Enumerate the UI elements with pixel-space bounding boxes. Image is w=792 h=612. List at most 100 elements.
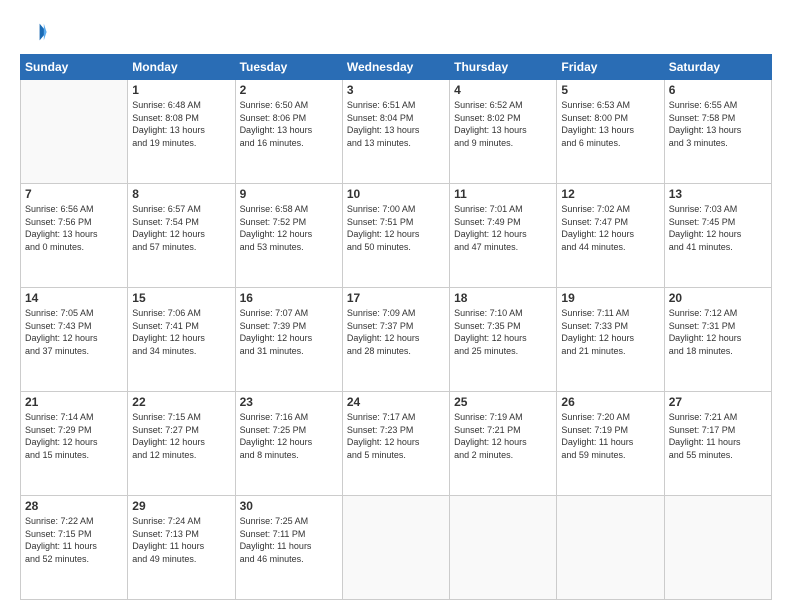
calendar-cell: 10 Sunrise: 7:00 AM Sunset: 7:51 PM Dayli… — [342, 184, 449, 288]
day-info: Sunrise: 7:02 AM Sunset: 7:47 PM Dayligh… — [561, 203, 659, 253]
calendar-cell: 27 Sunrise: 7:21 AM Sunset: 7:17 PM Dayli… — [664, 392, 771, 496]
day-info: Sunrise: 7:16 AM Sunset: 7:25 PM Dayligh… — [240, 411, 338, 461]
calendar-cell: 1Sunrise: 6:48 AM Sunset: 8:08 PM Daylig… — [128, 80, 235, 184]
calendar-cell: 7Sunrise: 6:56 AM Sunset: 7:56 PM Daylig… — [21, 184, 128, 288]
day-number: 1 — [132, 83, 230, 97]
page: Sunday Monday Tuesday Wednesday Thursday… — [0, 0, 792, 612]
day-number: 23 — [240, 395, 338, 409]
calendar-cell: 29 Sunrise: 7:24 AM Sunset: 7:13 PM Dayli… — [128, 496, 235, 600]
header — [20, 18, 772, 46]
logo — [20, 18, 52, 46]
calendar-cell: 9Sunrise: 6:58 AM Sunset: 7:52 PM Daylig… — [235, 184, 342, 288]
day-info: Sunrise: 6:51 AM Sunset: 8:04 PM Dayligh… — [347, 99, 445, 149]
day-info: Sunrise: 7:00 AM Sunset: 7:51 PM Dayligh… — [347, 203, 445, 253]
day-number: 16 — [240, 291, 338, 305]
day-number: 24 — [347, 395, 445, 409]
calendar-cell: 19 Sunrise: 7:11 AM Sunset: 7:33 PM Dayli… — [557, 288, 664, 392]
day-number: 9 — [240, 187, 338, 201]
day-number: 14 — [25, 291, 123, 305]
day-info: Sunrise: 7:24 AM Sunset: 7:13 PM Dayligh… — [132, 515, 230, 565]
calendar-cell: 21Sunrise: 7:14 AM Sunset: 7:29 PM Dayli… — [21, 392, 128, 496]
calendar-week-row: 21Sunrise: 7:14 AM Sunset: 7:29 PM Dayli… — [21, 392, 772, 496]
day-number: 8 — [132, 187, 230, 201]
day-number: 18 — [454, 291, 552, 305]
calendar-cell — [664, 496, 771, 600]
calendar-cell: 16 Sunrise: 7:07 AM Sunset: 7:39 PM Dayli… — [235, 288, 342, 392]
day-info: Sunrise: 7:07 AM Sunset: 7:39 PM Dayligh… — [240, 307, 338, 357]
calendar-cell: 4Sunrise: 6:52 AM Sunset: 8:02 PM Daylig… — [450, 80, 557, 184]
calendar-week-row: 7Sunrise: 6:56 AM Sunset: 7:56 PM Daylig… — [21, 184, 772, 288]
calendar-cell: 20 Sunrise: 7:12 AM Sunset: 7:31 PM Dayli… — [664, 288, 771, 392]
day-info: Sunrise: 6:55 AM Sunset: 7:58 PM Dayligh… — [669, 99, 767, 149]
day-number: 28 — [25, 499, 123, 513]
calendar-cell: 8 Sunrise: 6:57 AM Sunset: 7:54 PM Daylig… — [128, 184, 235, 288]
day-info: Sunrise: 7:20 AM Sunset: 7:19 PM Dayligh… — [561, 411, 659, 461]
day-info: Sunrise: 7:14 AM Sunset: 7:29 PM Dayligh… — [25, 411, 123, 461]
day-info: Sunrise: 6:56 AM Sunset: 7:56 PM Dayligh… — [25, 203, 123, 253]
calendar-cell: 22 Sunrise: 7:15 AM Sunset: 7:27 PM Dayli… — [128, 392, 235, 496]
day-info: Sunrise: 6:57 AM Sunset: 7:54 PM Dayligh… — [132, 203, 230, 253]
day-number: 10 — [347, 187, 445, 201]
col-tuesday: Tuesday — [235, 55, 342, 80]
calendar-cell: 3 Sunrise: 6:51 AM Sunset: 8:04 PM Daylig… — [342, 80, 449, 184]
calendar-cell: 11Sunrise: 7:01 AM Sunset: 7:49 PM Dayli… — [450, 184, 557, 288]
calendar-cell: 25 Sunrise: 7:19 AM Sunset: 7:21 PM Dayli… — [450, 392, 557, 496]
day-info: Sunrise: 6:50 AM Sunset: 8:06 PM Dayligh… — [240, 99, 338, 149]
day-number: 13 — [669, 187, 767, 201]
calendar-cell: 17 Sunrise: 7:09 AM Sunset: 7:37 PM Dayli… — [342, 288, 449, 392]
day-info: Sunrise: 7:01 AM Sunset: 7:49 PM Dayligh… — [454, 203, 552, 253]
calendar-cell: 15 Sunrise: 7:06 AM Sunset: 7:41 PM Dayli… — [128, 288, 235, 392]
col-friday: Friday — [557, 55, 664, 80]
day-info: Sunrise: 7:15 AM Sunset: 7:27 PM Dayligh… — [132, 411, 230, 461]
day-number: 30 — [240, 499, 338, 513]
day-number: 29 — [132, 499, 230, 513]
day-number: 27 — [669, 395, 767, 409]
day-info: Sunrise: 7:22 AM Sunset: 7:15 PM Dayligh… — [25, 515, 123, 565]
day-number: 6 — [669, 83, 767, 97]
day-info: Sunrise: 7:06 AM Sunset: 7:41 PM Dayligh… — [132, 307, 230, 357]
day-number: 20 — [669, 291, 767, 305]
calendar-cell: 14 Sunrise: 7:05 AM Sunset: 7:43 PM Dayli… — [21, 288, 128, 392]
calendar-cell: 28 Sunrise: 7:22 AM Sunset: 7:15 PM Dayli… — [21, 496, 128, 600]
day-info: Sunrise: 7:03 AM Sunset: 7:45 PM Dayligh… — [669, 203, 767, 253]
calendar-cell: 6 Sunrise: 6:55 AM Sunset: 7:58 PM Daylig… — [664, 80, 771, 184]
col-sunday: Sunday — [21, 55, 128, 80]
day-info: Sunrise: 6:53 AM Sunset: 8:00 PM Dayligh… — [561, 99, 659, 149]
day-info: Sunrise: 7:12 AM Sunset: 7:31 PM Dayligh… — [669, 307, 767, 357]
calendar-cell — [342, 496, 449, 600]
day-number: 12 — [561, 187, 659, 201]
day-info: Sunrise: 7:21 AM Sunset: 7:17 PM Dayligh… — [669, 411, 767, 461]
day-info: Sunrise: 7:10 AM Sunset: 7:35 PM Dayligh… — [454, 307, 552, 357]
calendar-cell — [557, 496, 664, 600]
day-info: Sunrise: 7:05 AM Sunset: 7:43 PM Dayligh… — [25, 307, 123, 357]
day-info: Sunrise: 7:19 AM Sunset: 7:21 PM Dayligh… — [454, 411, 552, 461]
day-info: Sunrise: 7:11 AM Sunset: 7:33 PM Dayligh… — [561, 307, 659, 357]
day-info: Sunrise: 7:17 AM Sunset: 7:23 PM Dayligh… — [347, 411, 445, 461]
day-number: 17 — [347, 291, 445, 305]
col-wednesday: Wednesday — [342, 55, 449, 80]
calendar-cell: 5 Sunrise: 6:53 AM Sunset: 8:00 PM Daylig… — [557, 80, 664, 184]
calendar-cell: 24 Sunrise: 7:17 AM Sunset: 7:23 PM Dayli… — [342, 392, 449, 496]
calendar-cell: 26 Sunrise: 7:20 AM Sunset: 7:19 PM Dayli… — [557, 392, 664, 496]
col-thursday: Thursday — [450, 55, 557, 80]
calendar-week-row: 28 Sunrise: 7:22 AM Sunset: 7:15 PM Dayli… — [21, 496, 772, 600]
calendar: Sunday Monday Tuesday Wednesday Thursday… — [20, 54, 772, 600]
calendar-cell: 23 Sunrise: 7:16 AM Sunset: 7:25 PM Dayli… — [235, 392, 342, 496]
day-number: 4 — [454, 83, 552, 97]
day-info: Sunrise: 7:09 AM Sunset: 7:37 PM Dayligh… — [347, 307, 445, 357]
day-number: 26 — [561, 395, 659, 409]
logo-icon — [20, 18, 48, 46]
day-info: Sunrise: 7:25 AM Sunset: 7:11 PM Dayligh… — [240, 515, 338, 565]
day-number: 19 — [561, 291, 659, 305]
day-number: 22 — [132, 395, 230, 409]
day-number: 5 — [561, 83, 659, 97]
calendar-week-row: 1Sunrise: 6:48 AM Sunset: 8:08 PM Daylig… — [21, 80, 772, 184]
day-number: 3 — [347, 83, 445, 97]
day-number: 25 — [454, 395, 552, 409]
day-number: 15 — [132, 291, 230, 305]
calendar-cell — [450, 496, 557, 600]
col-monday: Monday — [128, 55, 235, 80]
day-number: 2 — [240, 83, 338, 97]
calendar-cell: 18 Sunrise: 7:10 AM Sunset: 7:35 PM Dayli… — [450, 288, 557, 392]
calendar-cell: 30 Sunrise: 7:25 AM Sunset: 7:11 PM Dayli… — [235, 496, 342, 600]
